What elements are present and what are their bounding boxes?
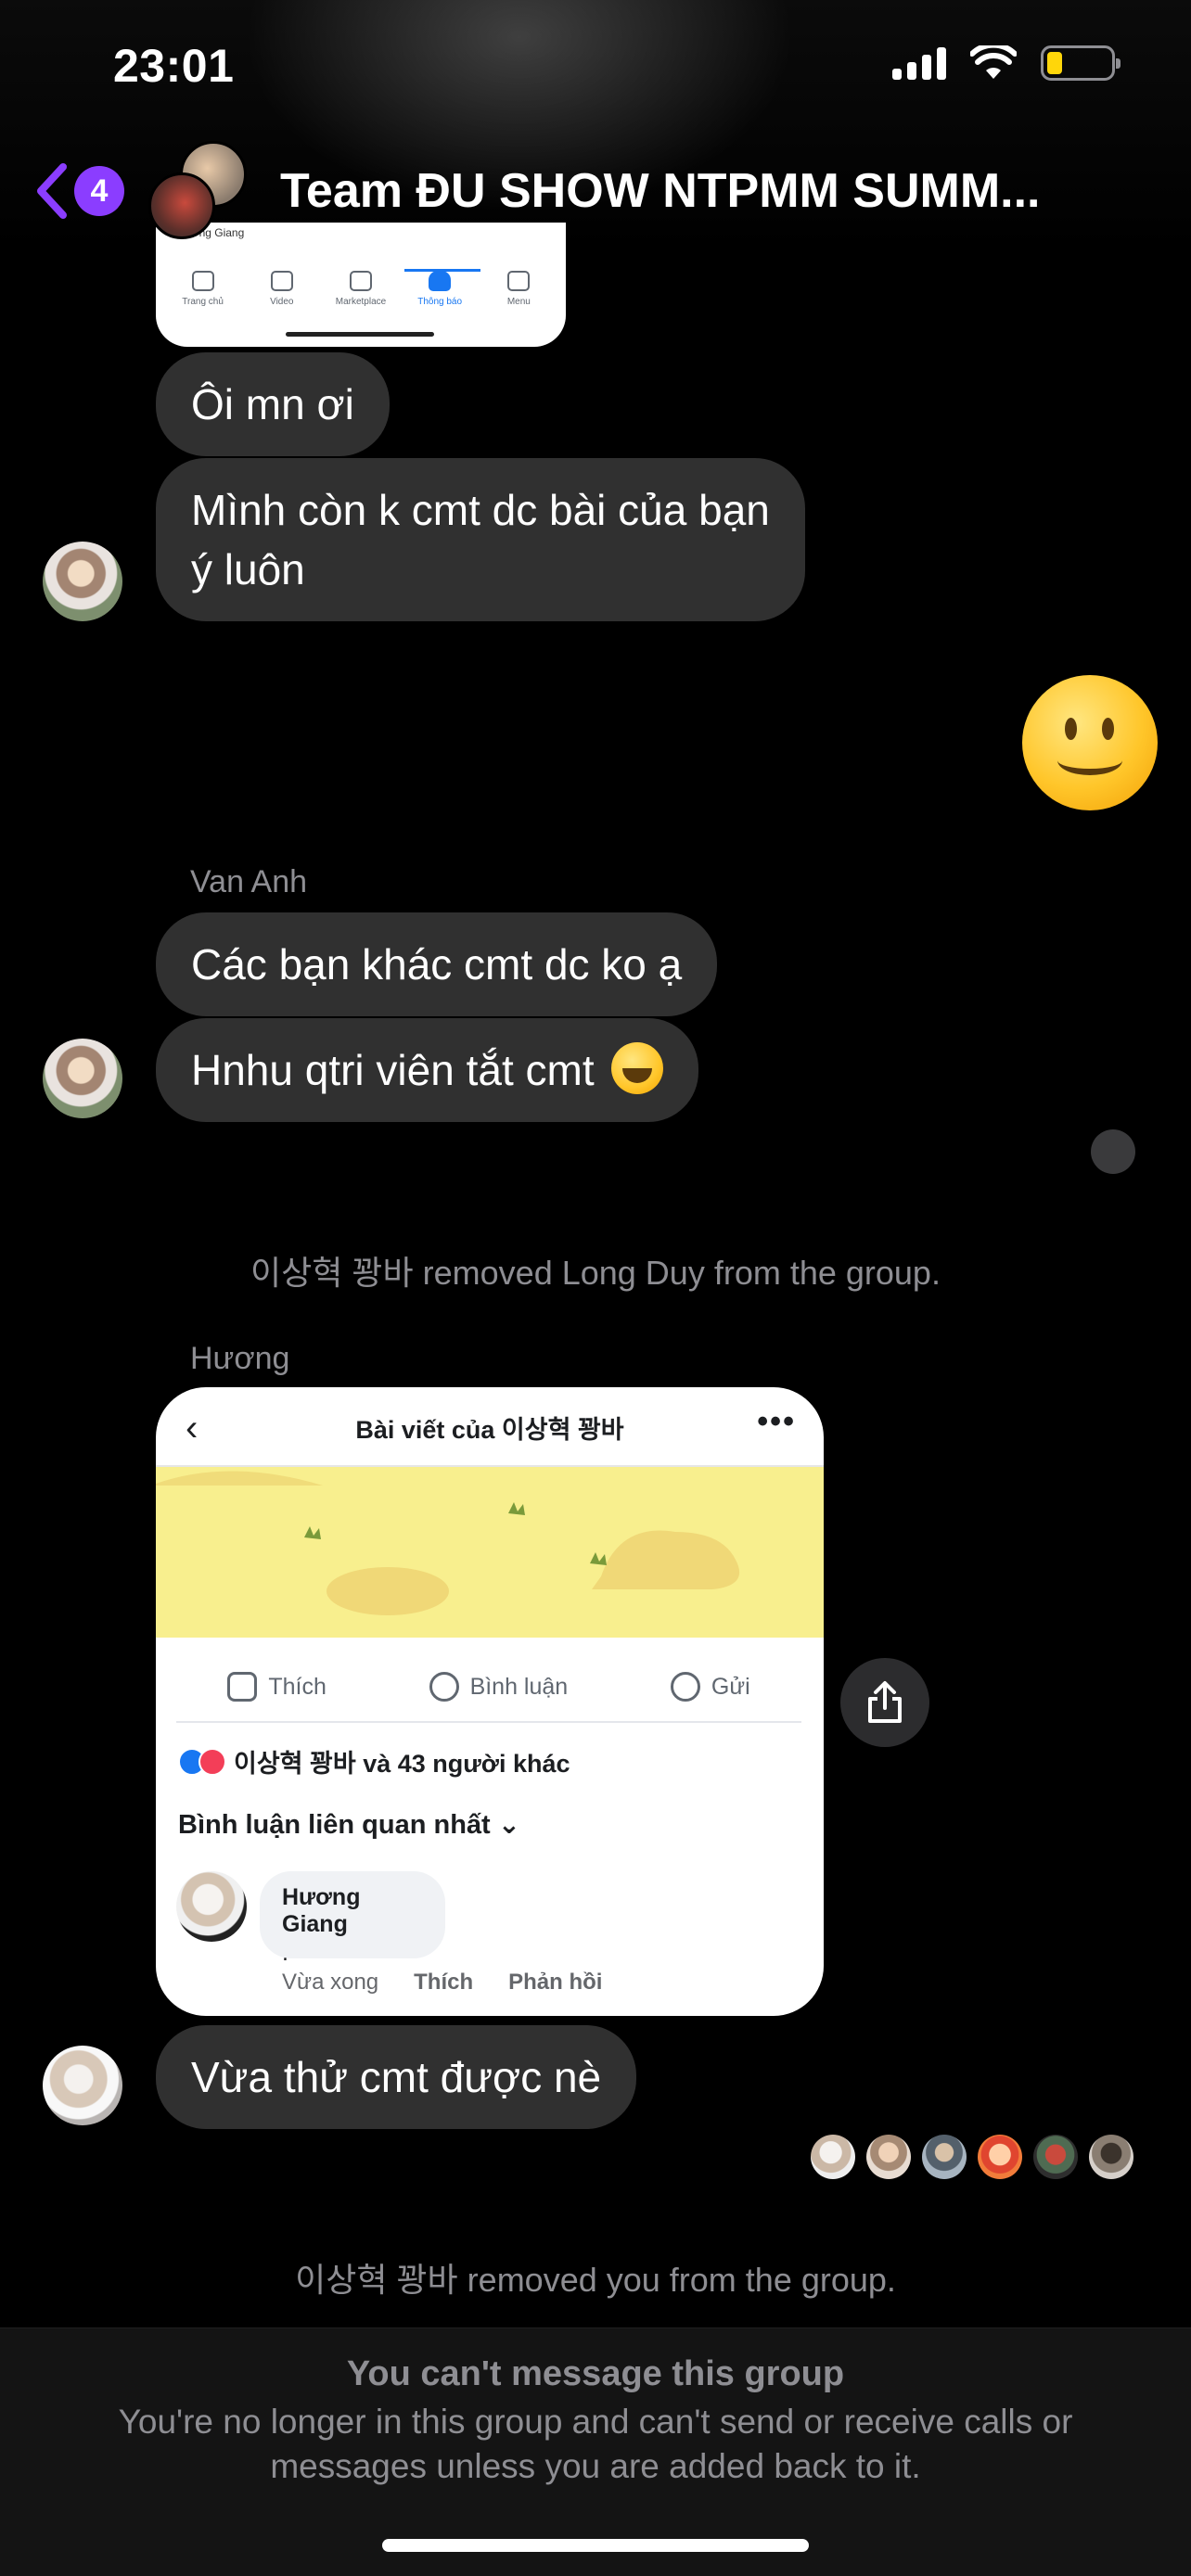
share-button[interactable]	[840, 1658, 929, 1747]
group-avatar[interactable]	[148, 139, 260, 241]
nav-menu: Menu	[481, 271, 556, 307]
read-receipts[interactable]	[811, 2135, 1133, 2179]
home-icon	[191, 271, 214, 291]
chevron-down-icon: ⌄	[497, 1810, 521, 1840]
avatar	[866, 2135, 911, 2179]
avatar[interactable]	[43, 1039, 122, 1118]
reaction-summary: 이상혁 꽝바 và 43 người khác	[178, 1743, 570, 1779]
avatar[interactable]	[43, 542, 122, 621]
cellular-signal-icon	[892, 46, 946, 80]
comment-action: Bình luận	[429, 1672, 568, 1702]
nav-home: Trang chủ	[166, 271, 240, 307]
post-illustration	[156, 1471, 740, 1615]
messenger-icon	[670, 1672, 700, 1702]
chevron-left-icon	[37, 163, 67, 219]
message-bubble[interactable]: Ôi mn ơi	[156, 352, 390, 456]
grinning-emoji-icon	[611, 1042, 664, 1094]
post-title: Bài viết của 이상혁 꽝바	[355, 1416, 624, 1444]
footer-title: You can't message this group	[346, 2354, 845, 2393]
message-bubble[interactable]: Mình còn k cmt dc bài của bạn ý luôn	[156, 458, 805, 621]
message-bubble[interactable]: Vừa thử cmt được nè	[156, 2025, 637, 2129]
comment-author: Hương Giang	[282, 1884, 361, 1937]
sender-name: Hương	[190, 1341, 290, 1376]
post-image	[156, 1465, 824, 1638]
screenshot-home-indicator	[286, 332, 434, 337]
sender-name: Van Anh	[190, 864, 308, 899]
avatar[interactable]	[43, 2046, 122, 2125]
menu-icon	[507, 271, 531, 291]
chat-header: 4 Team ĐU SHOW NTPMM SUMM...	[0, 139, 1191, 250]
home-indicator[interactable]	[382, 2539, 809, 2552]
love-reaction-icon	[198, 1747, 226, 1776]
back-button[interactable]: 4	[33, 161, 124, 221]
share-icon	[868, 1681, 902, 1723]
nav-video: Video	[245, 271, 319, 307]
comment-text: .	[282, 1940, 288, 1966]
post-header: ‹ Bài viết của 이상혁 꽝바 •••	[156, 1387, 824, 1465]
avatar	[176, 1871, 247, 1942]
facebook-nav-bar: Trang chủ Video Marketplace Thông báo Me…	[156, 271, 566, 307]
system-message: 이상혁 꽝바 removed Long Duy from the group.	[250, 1254, 941, 1292]
thumbs-up-icon	[227, 1672, 258, 1702]
send-action: Gửi	[670, 1672, 750, 1702]
post-action-bar: Thích Bình luận Gửi	[176, 1652, 801, 1723]
avatar	[922, 2135, 967, 2179]
system-message: 이상혁 꽝바 removed you from the group.	[295, 2261, 896, 2299]
avatar	[1089, 2135, 1133, 2179]
comment-meta: Vừa xong Thích Phản hồi	[282, 1970, 602, 1996]
footer-body: You're no longer in this group and can't…	[118, 2403, 1073, 2485]
status-icons	[892, 43, 1121, 83]
comment-sort: Bình luận liên quan nhất ⌄	[178, 1810, 521, 1840]
unread-count-badge: 4	[74, 166, 124, 216]
more-icon: •••	[757, 1404, 796, 1439]
avatar	[978, 2135, 1022, 2179]
chat-title[interactable]: Team ĐU SHOW NTPMM SUMM...	[280, 163, 1040, 219]
avatar	[811, 2135, 855, 2179]
comment-bubble: Hương Giang .	[260, 1871, 445, 1966]
bell-icon	[429, 271, 452, 291]
nav-marketplace: Marketplace	[324, 271, 398, 307]
wifi-icon	[970, 45, 1017, 79]
comment-time: Vừa xong	[282, 1970, 379, 1995]
status-time: 23:01	[113, 40, 235, 92]
comment-reply: Phản hồi	[508, 1970, 603, 1995]
message-line: Mình còn k cmt dc bài của bạn	[191, 486, 770, 534]
like-action: Thích	[227, 1672, 327, 1702]
message-text: Hnhu qtri viên tắt cmt	[191, 1046, 595, 1094]
read-receipt-dot	[1091, 1129, 1135, 1174]
video-icon	[270, 271, 293, 291]
shared-post-screenshot[interactable]: ‹ Bài viết của 이상혁 꽝바 ••• Thích Bình luậ…	[156, 1387, 824, 2016]
message-line: ý luôn	[191, 545, 305, 593]
nav-notifications: Thông báo	[403, 271, 477, 307]
store-icon	[349, 271, 372, 291]
avatar	[1033, 2135, 1078, 2179]
comment-like: Thích	[414, 1970, 474, 1995]
battery-icon	[1041, 45, 1121, 81]
slightly-smiling-emoji[interactable]	[1022, 675, 1158, 810]
avatar	[148, 172, 215, 239]
comment-icon	[429, 1672, 459, 1702]
message-bubble[interactable]: Hnhu qtri viên tắt cmt	[156, 1018, 699, 1122]
message-bubble[interactable]: Các bạn khác cmt dc ko ạ	[156, 912, 718, 1016]
